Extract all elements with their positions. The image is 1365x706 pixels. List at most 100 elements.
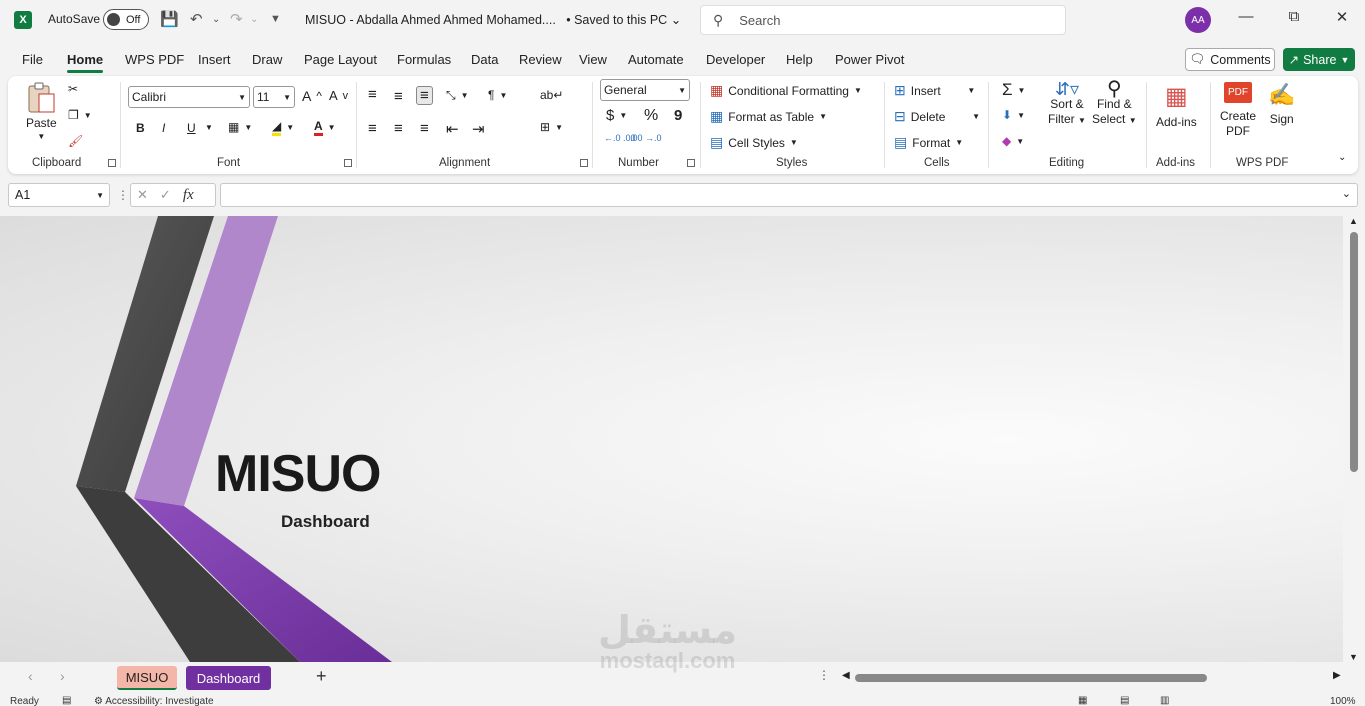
horizontal-scroll-thumb[interactable] <box>855 674 1207 682</box>
text-direction-icon[interactable]: ¶ ▼ <box>488 88 507 102</box>
minimize-icon[interactable]: — <box>1231 8 1261 25</box>
sign-button[interactable]: ✍ Sign <box>1268 82 1295 126</box>
scroll-up-icon[interactable]: ▲ <box>1349 216 1358 226</box>
autosave-toggle[interactable]: Off <box>103 9 149 30</box>
restore-icon[interactable]: ⧉ <box>1279 8 1309 25</box>
expand-formula-icon[interactable]: ⌄ <box>1342 187 1351 200</box>
undo-dropdown-icon[interactable]: ⌄ <box>212 14 220 25</box>
clipboard-launcher-icon[interactable] <box>108 159 116 167</box>
tab-wps-pdf[interactable]: WPS PDF <box>125 52 184 67</box>
tab-file[interactable]: File <box>22 52 43 67</box>
italic-button[interactable]: I <box>162 121 165 135</box>
chevron-down-icon[interactable]: ▼ <box>205 123 213 132</box>
borders-icon[interactable]: ▦ ▼ <box>228 120 252 134</box>
save-icon[interactable]: 💾 <box>160 10 179 28</box>
collapse-ribbon-icon[interactable]: ⌄ <box>1338 152 1346 163</box>
tab-review[interactable]: Review <box>519 52 562 67</box>
align-middle-icon[interactable]: ≡ <box>394 88 403 105</box>
tab-developer[interactable]: Developer <box>706 52 765 67</box>
add-sheet-icon[interactable]: + <box>316 666 327 687</box>
comma-button[interactable]: 9 <box>674 107 682 124</box>
insert-cells-button[interactable]: ⊞ Insert ▼ <box>894 82 975 99</box>
increase-font-icon[interactable]: A ^ <box>302 88 322 104</box>
search-input[interactable]: ⚲ Search <box>700 5 1066 35</box>
tab-view[interactable]: View <box>579 52 607 67</box>
decrease-indent-icon[interactable]: ⇤ <box>446 120 459 138</box>
scroll-right-icon[interactable]: ▶ <box>1333 670 1341 681</box>
enter-icon[interactable]: ✓ <box>160 187 171 203</box>
tab-data[interactable]: Data <box>471 52 498 67</box>
orientation-icon[interactable]: ⤡ ▼ <box>446 88 469 103</box>
find-select-button[interactable]: ⚲ Find & Select ▼ <box>1092 79 1137 128</box>
font-launcher-icon[interactable] <box>344 159 352 167</box>
autosum-icon[interactable]: Σ ▼ <box>1002 80 1025 100</box>
align-top-icon[interactable]: ≡ <box>368 86 377 103</box>
merge-center-icon[interactable]: ⊞ ▼ <box>540 120 563 134</box>
bold-button[interactable]: B <box>136 121 145 135</box>
tab-page-layout[interactable]: Page Layout <box>304 52 377 67</box>
decrease-decimal-button[interactable]: .00 →.0 <box>630 133 662 143</box>
more-options-icon[interactable]: ⋮ <box>818 668 830 682</box>
paste-button[interactable]: Paste ▼ <box>26 82 57 141</box>
redo-icon[interactable]: ↷ <box>230 10 243 28</box>
tab-help[interactable]: Help <box>786 52 813 67</box>
customize-toolbar-icon[interactable]: ▼ <box>270 13 281 25</box>
create-pdf-button[interactable]: PDF Create PDF <box>1220 82 1256 139</box>
normal-view-icon[interactable]: ▦ <box>1078 695 1087 706</box>
macro-icon[interactable]: ▤ <box>62 695 71 706</box>
scroll-thumb[interactable] <box>1350 232 1358 472</box>
format-painter-icon[interactable]: 🖌 <box>68 134 83 148</box>
page-break-icon[interactable]: ▥ <box>1160 695 1169 706</box>
align-bottom-icon[interactable]: ≡ <box>416 86 433 105</box>
share-button[interactable]: ↗ Share ▼ <box>1283 48 1355 71</box>
cell-styles-button[interactable]: ▤ Cell Styles ▼ <box>710 134 798 151</box>
zoom-level[interactable]: 100% <box>1330 696 1356 706</box>
align-center-icon[interactable]: ≡ <box>394 120 403 137</box>
insert-function-button[interactable]: fx <box>183 187 194 204</box>
tab-formulas[interactable]: Formulas <box>397 52 451 67</box>
sheet-tab-misuo[interactable]: MISUO <box>117 666 177 690</box>
font-color-icon[interactable]: A ▼ <box>314 119 336 136</box>
tab-draw[interactable]: Draw <box>252 52 282 67</box>
close-icon[interactable]: ✕ <box>1327 8 1357 26</box>
fill-icon[interactable]: ⬇ ▼ <box>1002 108 1025 122</box>
currency-button[interactable]: $ ▼ <box>606 107 627 124</box>
tab-insert[interactable]: Insert <box>198 52 231 67</box>
redo-dropdown-icon[interactable]: ⌄ <box>250 14 258 25</box>
tab-home[interactable]: Home <box>67 52 104 73</box>
comments-button[interactable]: 🗨 Comments <box>1185 48 1275 71</box>
format-as-table-button[interactable]: ▦ Format as Table ▼ <box>710 108 827 125</box>
alignment-launcher-icon[interactable] <box>580 159 588 167</box>
fill-color-icon[interactable]: ◢ ▼ <box>272 119 294 136</box>
prev-sheet-icon[interactable]: ‹ <box>28 668 33 684</box>
sheet-tab-dashboard[interactable]: Dashboard <box>186 666 271 690</box>
align-left-icon[interactable]: ≡ <box>368 120 377 137</box>
add-ins-button[interactable]: ▦ Add-ins <box>1156 82 1197 129</box>
document-title[interactable]: MISUO - Abdalla Ahmed Ahmed Mohamed.... … <box>305 12 681 27</box>
accessibility-status[interactable]: ⚙ Accessibility: Investigate <box>94 696 214 706</box>
tab-automate[interactable]: Automate <box>628 52 684 67</box>
align-right-icon[interactable]: ≡ <box>420 120 429 137</box>
font-name-select[interactable]: Calibri ▼ <box>128 86 250 108</box>
sort-filter-button[interactable]: ⇵▿ Sort & Filter ▼ <box>1048 80 1086 128</box>
avatar[interactable]: AA <box>1185 7 1211 33</box>
number-launcher-icon[interactable] <box>687 159 695 167</box>
clear-icon[interactable]: ◆ ▼ <box>1002 134 1024 148</box>
page-layout-icon[interactable]: ▤ <box>1120 695 1129 706</box>
decrease-font-icon[interactable]: Av <box>329 88 348 103</box>
worksheet-canvas[interactable]: MISUO Dashboard <box>0 216 1343 662</box>
vertical-scrollbar[interactable]: ▲ ▼ <box>1343 216 1365 662</box>
scroll-left-icon[interactable]: ◀ <box>842 670 850 681</box>
cancel-icon[interactable]: ✕ <box>137 187 148 203</box>
formula-input[interactable]: ⌄ <box>220 183 1358 207</box>
increase-indent-icon[interactable]: ⇥ <box>472 120 485 138</box>
undo-icon[interactable]: ↶ <box>190 10 203 28</box>
wrap-text-icon[interactable]: ab↵ <box>540 88 563 102</box>
underline-button[interactable]: U <box>187 121 196 135</box>
font-size-select[interactable]: 11 ▼ <box>253 86 295 108</box>
format-cells-button[interactable]: ▤ Format ▼ <box>894 134 963 151</box>
tab-power-pivot[interactable]: Power Pivot <box>835 52 904 67</box>
cut-icon[interactable]: ✂ <box>68 82 78 96</box>
more-options-icon[interactable]: ⋮ <box>117 188 129 202</box>
scroll-down-icon[interactable]: ▼ <box>1349 652 1358 662</box>
